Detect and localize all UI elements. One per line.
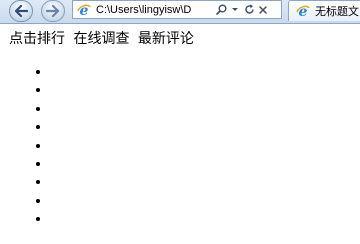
- search-icon[interactable]: [214, 2, 228, 18]
- list-item: [0, 174, 60, 192]
- top-links: 点击排行 在线调查 最新评论: [9, 29, 194, 49]
- ie-page-icon: e: [76, 2, 92, 18]
- page-content: 点击排行 在线调查 最新评论: [0, 25, 360, 244]
- browser-toolbar: e C:\Users\lingyisw\D e 无标题文: [0, 0, 360, 24]
- list-item: [0, 156, 60, 174]
- list-item: [0, 138, 60, 156]
- back-button[interactable]: [9, 0, 33, 22]
- stop-icon[interactable]: [256, 2, 270, 18]
- tab-label: 无标题文: [315, 5, 359, 18]
- ie-page-icon: e: [295, 3, 311, 19]
- chevron-down-icon[interactable]: [228, 2, 242, 18]
- list-item: [0, 101, 60, 119]
- back-arrow-icon: [14, 5, 28, 17]
- link-latest-comments[interactable]: 最新评论: [138, 31, 194, 47]
- refresh-icon[interactable]: [242, 2, 256, 18]
- list-item: [0, 193, 60, 211]
- list-item: [0, 211, 60, 229]
- list-item: [0, 119, 60, 137]
- forward-arrow-icon: [46, 5, 60, 17]
- tab-current[interactable]: e 无标题文: [288, 0, 360, 21]
- list-item: [0, 64, 60, 82]
- link-click-ranking[interactable]: 点击排行: [9, 31, 65, 47]
- list-item: [0, 82, 60, 100]
- forward-button[interactable]: [41, 0, 65, 22]
- bullet-list: [0, 64, 60, 230]
- link-online-survey[interactable]: 在线调查: [73, 31, 129, 47]
- address-bar[interactable]: e C:\Users\lingyisw\D: [72, 0, 282, 19]
- address-text[interactable]: C:\Users\lingyisw\D: [96, 4, 214, 16]
